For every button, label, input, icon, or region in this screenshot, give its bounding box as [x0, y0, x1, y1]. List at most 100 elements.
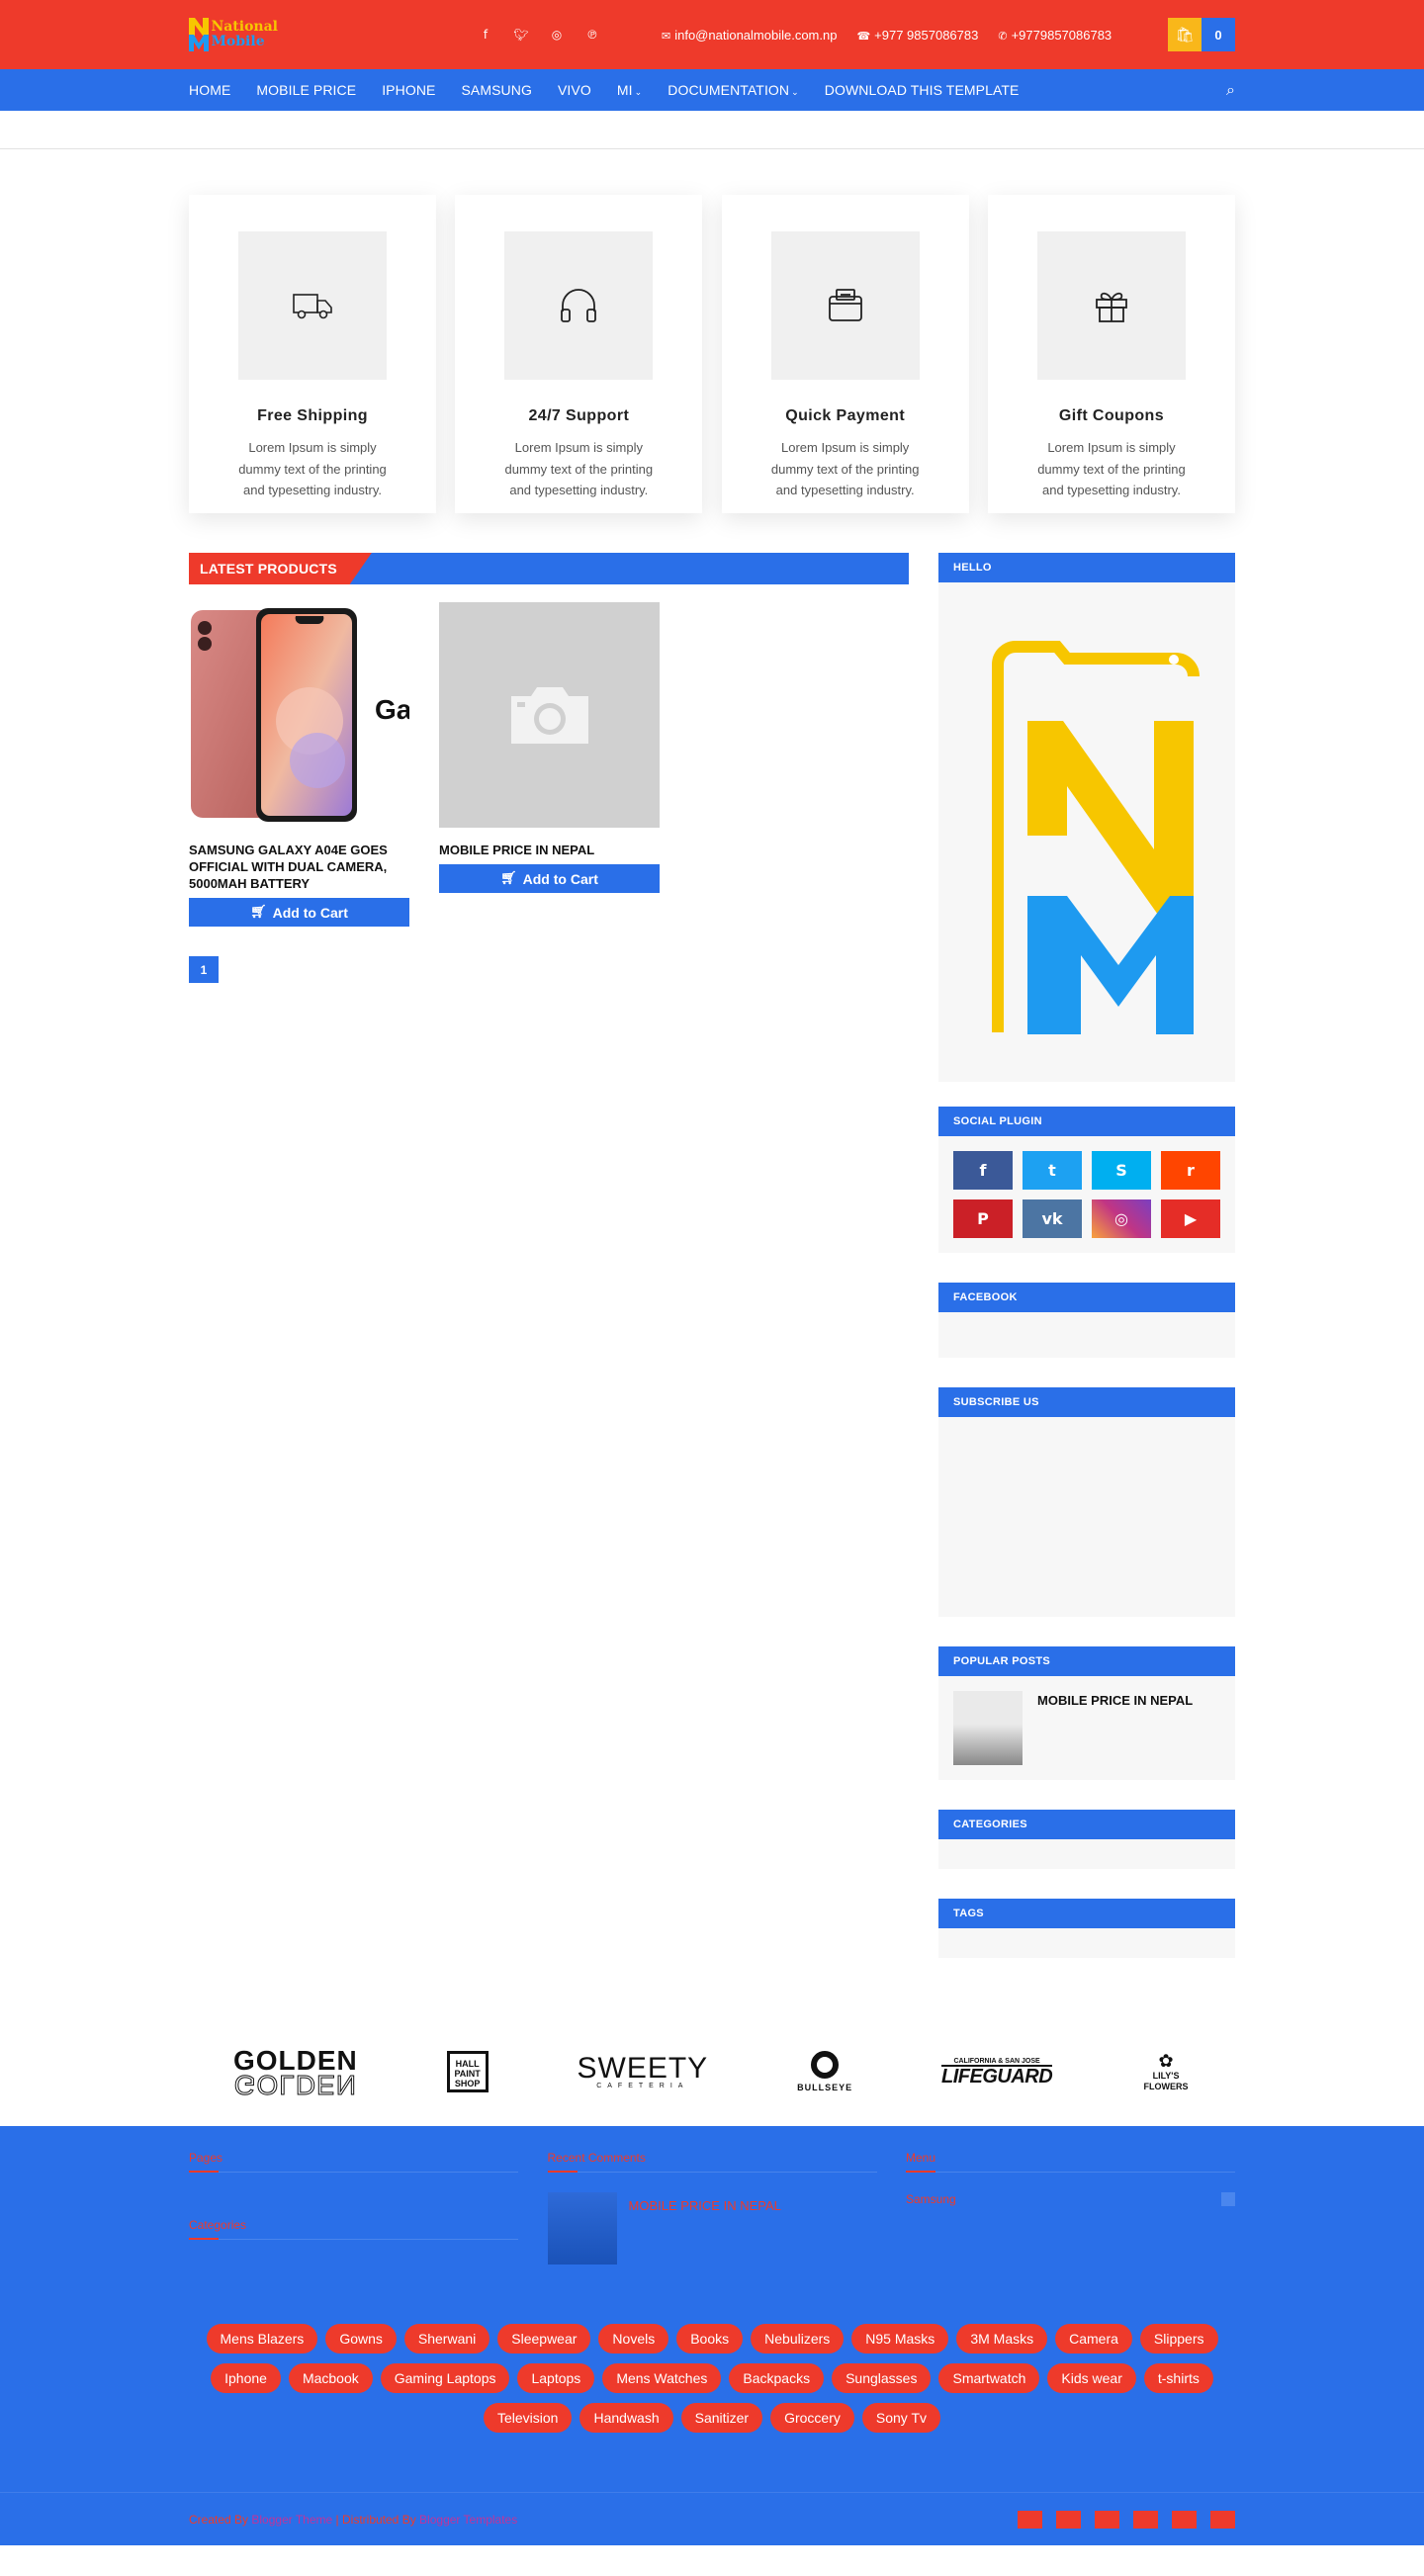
linkedin-icon[interactable] — [1172, 2511, 1197, 2529]
product-title[interactable]: SAMSUNG GALAXY A04E GOES OFFICIAL WITH D… — [189, 842, 409, 892]
nav-item-download-template[interactable]: DOWNLOAD THIS TEMPLATE — [825, 82, 1020, 98]
tag-pill[interactable]: Smartwatch — [938, 2363, 1040, 2393]
feature-card: 24/7 Support Lorem Ipsum is simply dummy… — [455, 195, 703, 513]
tag-pill[interactable]: 3M Masks — [956, 2324, 1048, 2354]
tag-pill[interactable]: t-shirts — [1143, 2363, 1213, 2393]
popular-post-item[interactable]: MOBILE PRICE IN NEPAL — [938, 1676, 1235, 1780]
post-thumbnail — [547, 2192, 617, 2265]
logo-line1: National — [211, 19, 278, 35]
tag-pill[interactable]: Sleepwear — [497, 2324, 591, 2354]
tag-pill[interactable]: Nebulizers — [751, 2324, 845, 2354]
nav-item-iphone[interactable]: IPHONE — [382, 82, 435, 98]
popular-posts-widget: POPULAR POSTS MOBILE PRICE IN NEPAL — [938, 1646, 1235, 1780]
tag-pill[interactable]: Mens Watches — [602, 2363, 722, 2393]
brand-golden-logo: GOLDEN GOLDEN — [232, 2045, 358, 2101]
tag-pill[interactable]: Groccery — [770, 2403, 854, 2433]
product-image-placeholder[interactable] — [439, 602, 660, 828]
phone-link[interactable]: ☎ +977 9857086783 — [856, 28, 978, 43]
pinterest-icon[interactable] — [1133, 2511, 1158, 2529]
youtube-icon[interactable] — [1210, 2511, 1235, 2529]
tag-pill[interactable]: Gowns — [325, 2324, 397, 2354]
section-title: LATEST PRODUCTS — [189, 553, 372, 584]
facebook-icon[interactable]: f — [468, 28, 503, 42]
tag-pill[interactable]: Sherwani — [403, 2324, 490, 2354]
post-title: MOBILE PRICE IN NEPAL — [1037, 1693, 1194, 1708]
blogger-theme-link[interactable]: Blogger Theme — [251, 2513, 332, 2527]
widget-title: CATEGORIES — [938, 1810, 1235, 1839]
skype-icon[interactable]: S — [1092, 1151, 1151, 1190]
tag-pill[interactable]: Macbook — [288, 2363, 373, 2393]
vk-icon[interactable]: vk — [1023, 1199, 1082, 1238]
product-image-phone[interactable]: Ga — [189, 602, 409, 828]
nav-item-mi[interactable]: MI ⌄ — [617, 82, 642, 98]
tag-pill[interactable]: Mens Blazers — [206, 2324, 318, 2354]
tag-pill[interactable]: Sony Tv — [861, 2403, 940, 2433]
add-to-cart-button[interactable]: 🛒︎ Add to Cart — [439, 864, 660, 893]
product-list: Ga SAMSUNG GALAXY A04E GOES OFFICIAL WIT… — [189, 602, 909, 927]
tag-pill[interactable]: Slippers — [1139, 2324, 1218, 2354]
headphones-icon — [504, 231, 654, 380]
tag-pill[interactable]: Sanitizer — [680, 2403, 763, 2433]
brand-logos: GOLDEN GOLDEN HALL PAINT SHOP SWEETY CAF… — [189, 2017, 1235, 2126]
tag-pill[interactable]: Books — [676, 2324, 744, 2354]
feature-title: Gift Coupons — [1058, 407, 1165, 424]
whatsapp-link[interactable]: ✆ +9779857086783 — [998, 28, 1112, 43]
feature-card: Free Shipping Lorem Ipsum is simply dumm… — [189, 195, 436, 513]
blogger-templates-link[interactable]: Blogger Templates — [419, 2513, 517, 2527]
youtube-icon[interactable]: ▶ — [1161, 1199, 1220, 1238]
whatsapp-icon: ✆ — [998, 29, 1008, 43]
tag-pill[interactable]: N95 Masks — [851, 2324, 949, 2354]
tag-pill[interactable]: Iphone — [211, 2363, 281, 2393]
feature-text: Lorem Ipsum is simply dummy text of the … — [238, 440, 387, 497]
gift-icon — [1036, 231, 1186, 380]
search-icon[interactable]: ⌕ — [1226, 80, 1235, 100]
instagram-icon[interactable]: ◎ — [1092, 1199, 1151, 1238]
hello-widget: HELLO — [938, 553, 1235, 1082]
tag-pill[interactable]: Kids wear — [1047, 2363, 1136, 2393]
brand-sweety-logo: SWEETY CAFETERIA — [577, 2051, 709, 2089]
tag-pill[interactable]: Handwash — [579, 2403, 673, 2433]
pinterest-icon[interactable]: ℗ — [575, 28, 610, 42]
footer-social-icons — [1018, 2511, 1235, 2529]
footer-column-menu: Menu Samsung — [906, 2151, 1235, 2265]
brand-lifeguard-logo: CALIFORNIA & SAN JOSE LIFEGUARD — [940, 2057, 1053, 2087]
add-to-cart-button[interactable]: 🛒︎ Add to Cart — [189, 898, 409, 927]
footer-post[interactable]: MOBILE PRICE IN NEPAL — [547, 2192, 877, 2265]
facebook-icon[interactable] — [1018, 2511, 1042, 2529]
tag-pill[interactable]: Backpacks — [729, 2363, 825, 2393]
pinterest-icon[interactable]: P — [953, 1199, 1013, 1238]
twitter-icon[interactable] — [1056, 2511, 1081, 2529]
nav-item-mobile-price[interactable]: MOBILE PRICE — [256, 82, 356, 98]
facebook-widget: FACEBOOK — [938, 1283, 1235, 1358]
email-link[interactable]: ✉ info@nationalmobile.com.np — [662, 28, 837, 43]
pagination-page[interactable]: 1 — [189, 956, 219, 983]
main-content: LATEST PRODUCTS Ga SAMSUNG GALAXY A04E G… — [189, 553, 909, 1988]
tag-pill[interactable]: Television — [483, 2403, 573, 2433]
reddit-icon[interactable]: r — [1161, 1151, 1220, 1190]
product-title[interactable]: MOBILE PRICE IN NEPAL — [439, 842, 660, 858]
flower-icon: ✿ — [1158, 2051, 1174, 2071]
footer-menu-item[interactable]: Samsung — [906, 2192, 1235, 2206]
instagram-icon[interactable]: ◎ — [539, 28, 575, 42]
tag-pill[interactable]: Gaming Laptops — [380, 2363, 510, 2393]
tag-pill[interactable]: Sunglasses — [832, 2363, 932, 2393]
copyright-bar: Created By Blogger Theme | Distributed B… — [0, 2492, 1424, 2545]
product-card: MOBILE PRICE IN NEPAL 🛒︎ Add to Cart — [439, 602, 660, 927]
nav-item-documentation[interactable]: DOCUMENTATION ⌄ — [668, 82, 799, 98]
sub-strip — [0, 111, 1424, 149]
nav-item-samsung[interactable]: SAMSUNG — [461, 82, 532, 98]
tag-pill[interactable]: Laptops — [517, 2363, 595, 2393]
twitter-icon[interactable]: 🐦︎ — [503, 28, 539, 42]
footer-heading: Pages — [189, 2151, 518, 2173]
wallet-icon — [770, 231, 920, 380]
site-logo[interactable]: National Mobile — [189, 18, 278, 51]
tag-pill[interactable]: Camera — [1055, 2324, 1132, 2354]
tag-pill[interactable]: Novels — [598, 2324, 669, 2354]
twitter-icon[interactable]: t — [1023, 1151, 1082, 1190]
feature-card: Gift Coupons Lorem Ipsum is simply dummy… — [987, 195, 1235, 513]
facebook-icon[interactable]: f — [953, 1151, 1013, 1190]
nav-item-home[interactable]: HOME — [189, 82, 230, 98]
nav-item-vivo[interactable]: VIVO — [558, 82, 591, 98]
cart-button[interactable]: 🛍︎ 0 — [1168, 18, 1235, 51]
instagram-icon[interactable] — [1095, 2511, 1119, 2529]
